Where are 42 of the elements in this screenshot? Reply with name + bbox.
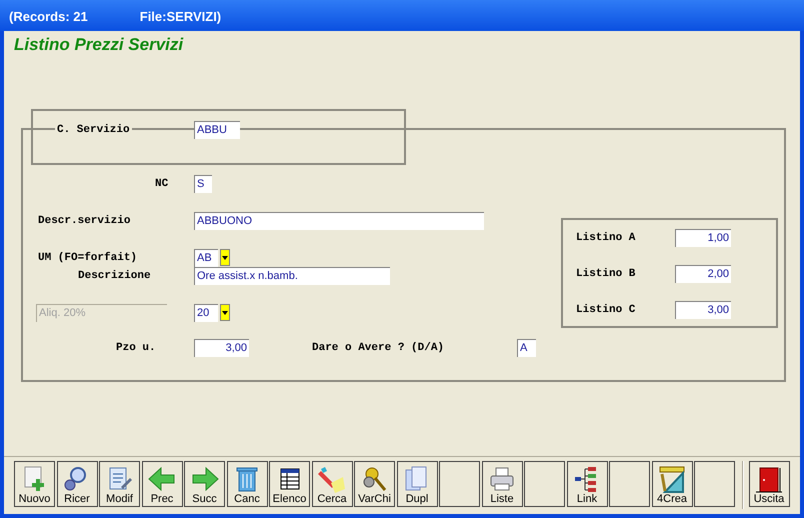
find-icon [317,465,347,493]
prev-icon [147,465,177,493]
blank-button[interactable] [439,461,480,507]
blank-button[interactable] [609,461,650,507]
input-field[interactable]: S [194,175,212,193]
input-field[interactable]: AB [194,249,218,267]
toolbar-button[interactable]: Cerca [312,461,352,507]
toolbar-button[interactable]: VarChi [354,461,395,507]
input-field[interactable]: 1,00 [675,229,731,247]
input-field[interactable]: 3,00 [675,301,731,319]
toolbar-button[interactable]: Uscita [748,461,790,507]
toolbar-button[interactable]: Prec [142,461,182,507]
input-field[interactable]: ABBUONO [194,212,484,230]
toolbar-button[interactable]: Nuovo [14,461,55,507]
file-name: File:SERVIZI) [140,8,222,26]
input-field: Aliq. 20% [36,304,167,322]
toolbar-button[interactable]: Canc [226,461,268,507]
input-field[interactable]: A [517,339,536,357]
input-field[interactable]: 20 [194,304,218,322]
blank-button[interactable] [524,461,565,507]
input-field[interactable]: 3,00 [194,339,249,357]
caret-icon [222,256,228,260]
caret-icon [222,310,228,314]
toolbar-button[interactable]: Link [566,461,608,507]
records-count: (Records: 21 [9,8,88,26]
tools-icon [657,465,687,493]
toolbar-button[interactable]: Modif [99,461,140,507]
toolbar-button[interactable]: Ricer [56,461,98,507]
input-field[interactable]: ABBU [194,121,240,139]
exit-icon [754,465,784,493]
form-title: Listino Prezzi Servizi [14,34,184,56]
next-icon [190,465,220,493]
toolbar-button[interactable]: 4Crea [652,461,692,507]
blank-button[interactable] [694,461,735,507]
toolbar-button[interactable]: Liste [482,461,522,507]
input-field[interactable]: Ore assist.x n.bamb. [194,267,390,285]
dropdown-button[interactable] [220,304,230,321]
input-field[interactable]: 2,00 [675,265,731,283]
dropdown-button[interactable] [220,249,230,266]
toolbar-button[interactable]: Elenco [269,461,310,507]
toolbar-button[interactable]: Succ [184,461,225,507]
toolbar-button[interactable]: Dupl [396,461,438,507]
